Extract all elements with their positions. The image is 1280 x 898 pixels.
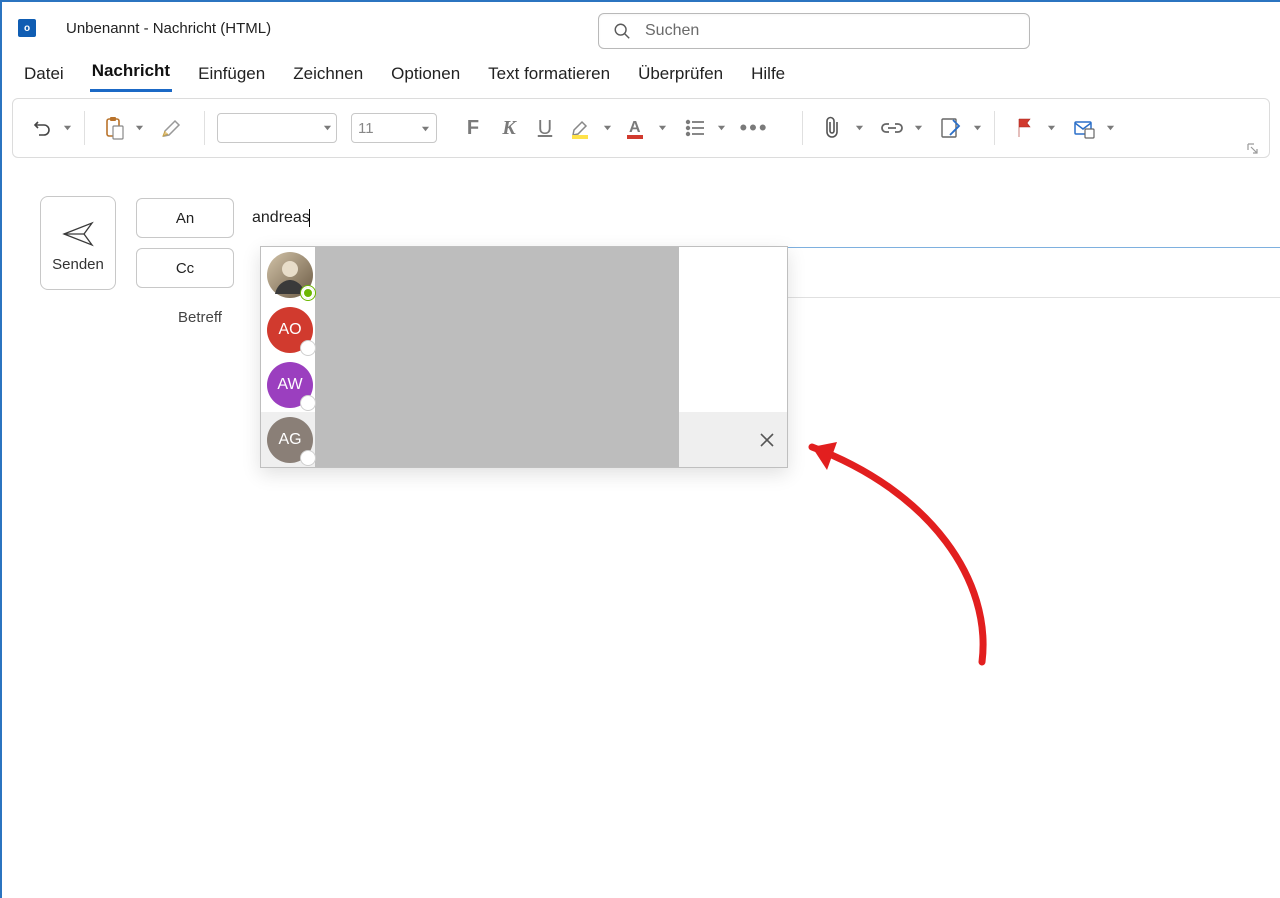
text-cursor	[309, 209, 310, 227]
tab-nachricht[interactable]: Nachricht	[90, 57, 172, 92]
signature-icon	[939, 116, 963, 140]
format-painter-button[interactable]	[154, 109, 192, 147]
highlight-icon	[568, 115, 594, 141]
flag-icon	[1015, 117, 1035, 139]
avatar-photo	[267, 252, 313, 298]
outlook-app-icon: o	[18, 19, 36, 37]
font-color-dropdown[interactable]	[658, 119, 667, 137]
tab-text-formatieren[interactable]: Text formatieren	[486, 60, 612, 92]
italic-button[interactable]: K	[491, 110, 527, 146]
window-title: Unbenannt - Nachricht (HTML)	[66, 20, 271, 37]
ribbon-dialog-launcher[interactable]	[1247, 142, 1259, 154]
presence-unknown-icon	[301, 396, 315, 410]
avatar-initials: AG	[267, 417, 313, 463]
cc-button[interactable]: Cc	[136, 248, 234, 288]
attach-dropdown[interactable]	[855, 119, 864, 137]
autocomplete-item[interactable]: AW	[261, 357, 787, 412]
bold-button[interactable]: F	[455, 110, 491, 146]
recipient-autocomplete-dropdown: AO AW AG	[260, 246, 788, 468]
link-dropdown[interactable]	[914, 119, 923, 137]
avatar-initials: AO	[267, 307, 313, 353]
to-button[interactable]: An	[136, 198, 234, 238]
bullet-list-button[interactable]	[677, 110, 713, 146]
tags-button[interactable]	[1066, 110, 1102, 146]
highlight-dropdown[interactable]	[603, 119, 612, 137]
tags-dropdown[interactable]	[1106, 119, 1115, 137]
tab-ueberpruefen[interactable]: Überprüfen	[636, 60, 725, 92]
svg-text:A: A	[629, 119, 641, 136]
autocomplete-item-redacted	[315, 357, 679, 412]
font-color-button[interactable]: A	[618, 110, 654, 146]
paste-dropdown[interactable]	[135, 119, 144, 137]
undo-button[interactable]	[25, 109, 59, 147]
ribbon-toolbar: 11 F K U A •••	[12, 98, 1270, 158]
tab-hilfe[interactable]: Hilfe	[749, 60, 787, 92]
chevron-down-icon	[421, 120, 430, 137]
ribbon-separator	[204, 111, 205, 145]
avatar-initials: AW	[267, 362, 313, 408]
flag-button[interactable]	[1007, 110, 1043, 146]
undo-icon	[30, 116, 54, 140]
flag-dropdown[interactable]	[1047, 119, 1056, 137]
signature-button[interactable]	[933, 110, 969, 146]
ribbon-separator	[994, 111, 995, 145]
autocomplete-item-redacted	[315, 302, 679, 357]
ribbon-separator	[84, 111, 85, 145]
paste-button[interactable]	[97, 109, 131, 147]
remove-suggestion-button[interactable]	[759, 432, 775, 448]
highlight-button[interactable]	[563, 110, 599, 146]
mail-options-icon	[1073, 117, 1095, 139]
font-size-value: 11	[358, 120, 417, 137]
to-input[interactable]: andreas	[252, 209, 310, 227]
more-button[interactable]: •••	[736, 110, 772, 146]
signature-dropdown[interactable]	[973, 119, 982, 137]
send-button[interactable]: Senden	[40, 196, 116, 290]
list-dropdown[interactable]	[717, 119, 726, 137]
clipboard-icon	[103, 116, 125, 140]
tab-datei[interactable]: Datei	[22, 60, 66, 92]
paperclip-icon	[823, 116, 843, 140]
autocomplete-item-redacted	[315, 247, 679, 302]
tab-einfuegen[interactable]: Einfügen	[196, 60, 267, 92]
underline-button[interactable]: U	[527, 110, 563, 146]
link-icon	[880, 119, 904, 137]
tab-optionen[interactable]: Optionen	[389, 60, 462, 92]
autocomplete-item[interactable]	[261, 247, 787, 302]
autocomplete-item-selected[interactable]: AG	[261, 412, 787, 467]
autocomplete-item-redacted	[315, 412, 679, 467]
presence-available-icon	[301, 286, 315, 300]
search-box[interactable]: Suchen	[598, 13, 1030, 49]
font-color-icon: A	[623, 115, 649, 141]
list-icon	[684, 117, 706, 139]
ribbon-separator	[802, 111, 803, 145]
presence-unknown-icon	[301, 451, 315, 465]
dialog-launcher-icon	[1247, 143, 1259, 155]
chevron-down-icon	[323, 119, 332, 137]
send-icon	[62, 220, 94, 248]
send-label: Senden	[52, 256, 104, 273]
undo-dropdown[interactable]	[63, 119, 72, 137]
paint-brush-icon	[161, 117, 185, 139]
font-family-select[interactable]	[217, 113, 337, 143]
autocomplete-item[interactable]: AO	[261, 302, 787, 357]
link-button[interactable]	[874, 110, 910, 146]
close-icon	[759, 432, 775, 448]
ribbon-tabs: Datei Nachricht Einfügen Zeichnen Option…	[2, 54, 1280, 92]
attach-button[interactable]	[815, 110, 851, 146]
presence-unknown-icon	[301, 341, 315, 355]
search-icon	[613, 22, 631, 40]
tab-zeichnen[interactable]: Zeichnen	[291, 60, 365, 92]
font-size-select[interactable]: 11	[351, 113, 437, 143]
search-placeholder: Suchen	[645, 22, 699, 40]
